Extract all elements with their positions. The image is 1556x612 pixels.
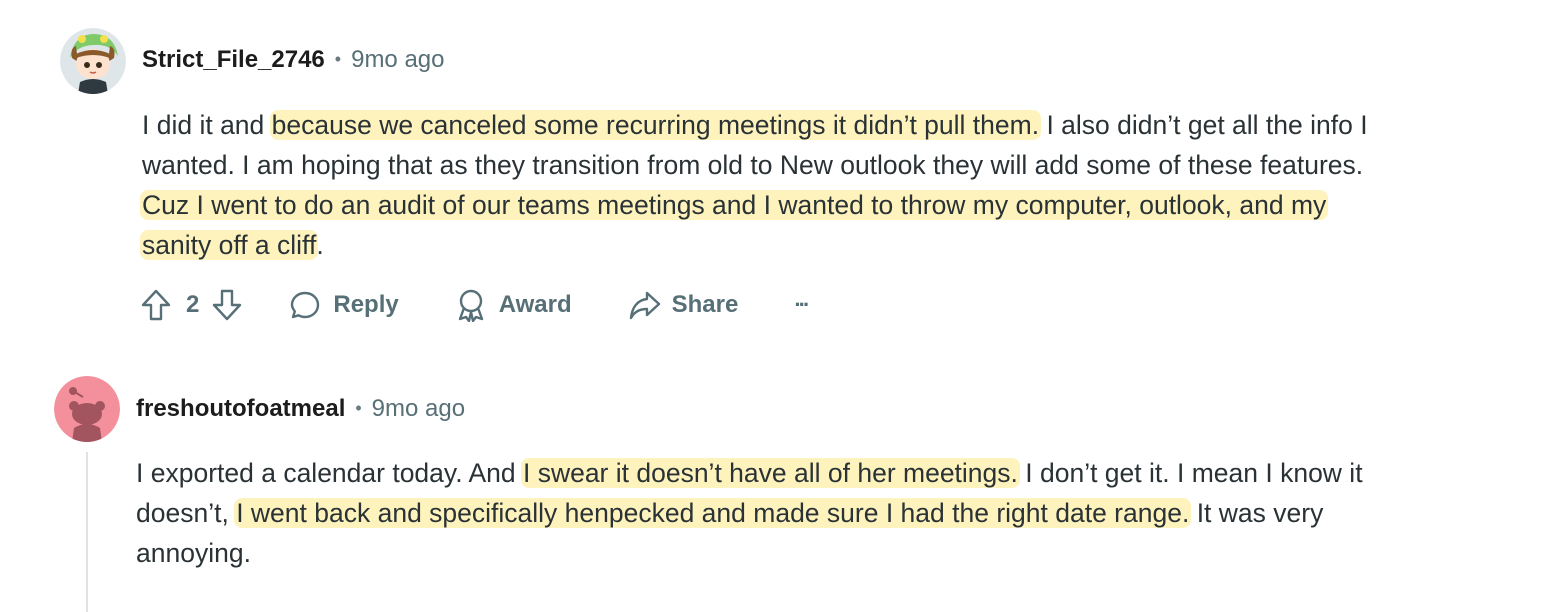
award-button[interactable]: Award xyxy=(455,288,572,322)
timestamp[interactable]: 9mo ago xyxy=(351,46,444,73)
highlighted-text: I went back and specifically henpecked a… xyxy=(234,498,1192,528)
upvote-button[interactable] xyxy=(140,288,172,322)
vote-count: 2 xyxy=(186,291,200,318)
award-label: Award xyxy=(498,291,572,318)
meta-separator: • xyxy=(355,398,362,418)
comment-text: I exported a calendar today. And xyxy=(136,458,523,488)
comment-text-line: doesn’t, I went back and specifically he… xyxy=(136,493,1363,533)
default-snoo-avatar-icon xyxy=(54,376,120,442)
comment-text: doesn’t, xyxy=(136,498,237,528)
user-avatar-icon xyxy=(60,28,126,94)
downvote-arrow-icon xyxy=(213,289,242,321)
share-arrow-icon xyxy=(629,291,660,320)
more-options-button[interactable]: ··· xyxy=(794,292,810,318)
comment-actions: 2 Reply Award Share ··· xyxy=(140,284,810,326)
comment-text-line: I did it and because we canceled some re… xyxy=(142,105,1368,145)
highlighted-text: sanity off a cliff xyxy=(140,230,319,260)
comment-meta: Strict_File_2746 • 9mo ago xyxy=(142,45,445,76)
timestamp[interactable]: 9mo ago xyxy=(372,395,465,422)
comment-text: I don’t get it. I mean I know it xyxy=(1017,458,1363,488)
comment-text-line: annoying. xyxy=(136,533,1363,573)
reply-button[interactable]: Reply xyxy=(289,289,399,321)
highlighted-text: Cuz I went to do an audit of our teams m… xyxy=(140,190,1329,220)
comment-text: . xyxy=(316,230,324,260)
meta-separator: • xyxy=(334,49,342,69)
comment-text: wanted. I am hoping that as they transit… xyxy=(142,150,1364,180)
thread-line[interactable] xyxy=(86,452,88,612)
share-label: Share xyxy=(671,291,739,318)
comment-text-line: I exported a calendar today. And I swear… xyxy=(136,453,1363,493)
reply-label: Reply xyxy=(333,291,399,318)
award-ribbon-icon xyxy=(458,289,483,322)
comment-text: It was very xyxy=(1189,498,1324,528)
comment-bubble-icon xyxy=(291,291,320,319)
username[interactable]: freshoutofoatmeal xyxy=(136,395,345,422)
comment-text-line: sanity off a cliff. xyxy=(140,225,1368,265)
comment-text-line: Cuz I went to do an audit of our teams m… xyxy=(140,185,1368,225)
upvote-arrow-icon xyxy=(141,289,171,321)
share-button[interactable]: Share xyxy=(628,289,739,321)
comment-body: I exported a calendar today. And I swear… xyxy=(136,453,1363,573)
more-options-icon: ··· xyxy=(794,292,810,317)
highlighted-text: because we canceled some recurring meeti… xyxy=(269,110,1042,140)
comment-meta: freshoutofoatmeal • 9mo ago xyxy=(136,394,465,425)
comment-text: I did it and xyxy=(142,110,272,140)
avatar[interactable] xyxy=(54,376,120,442)
highlighted-text: I swear it doesn’t have all of her meeti… xyxy=(520,458,1020,488)
comment-text: annoying. xyxy=(136,538,251,568)
comment-text-line: wanted. I am hoping that as they transit… xyxy=(142,145,1368,185)
comment-text: I also didn’t get all the info I xyxy=(1039,110,1368,140)
comment-body: I did it and because we canceled some re… xyxy=(140,105,1368,265)
avatar[interactable] xyxy=(60,28,126,94)
downvote-button[interactable] xyxy=(211,288,243,322)
username[interactable]: Strict_File_2746 xyxy=(142,46,325,73)
